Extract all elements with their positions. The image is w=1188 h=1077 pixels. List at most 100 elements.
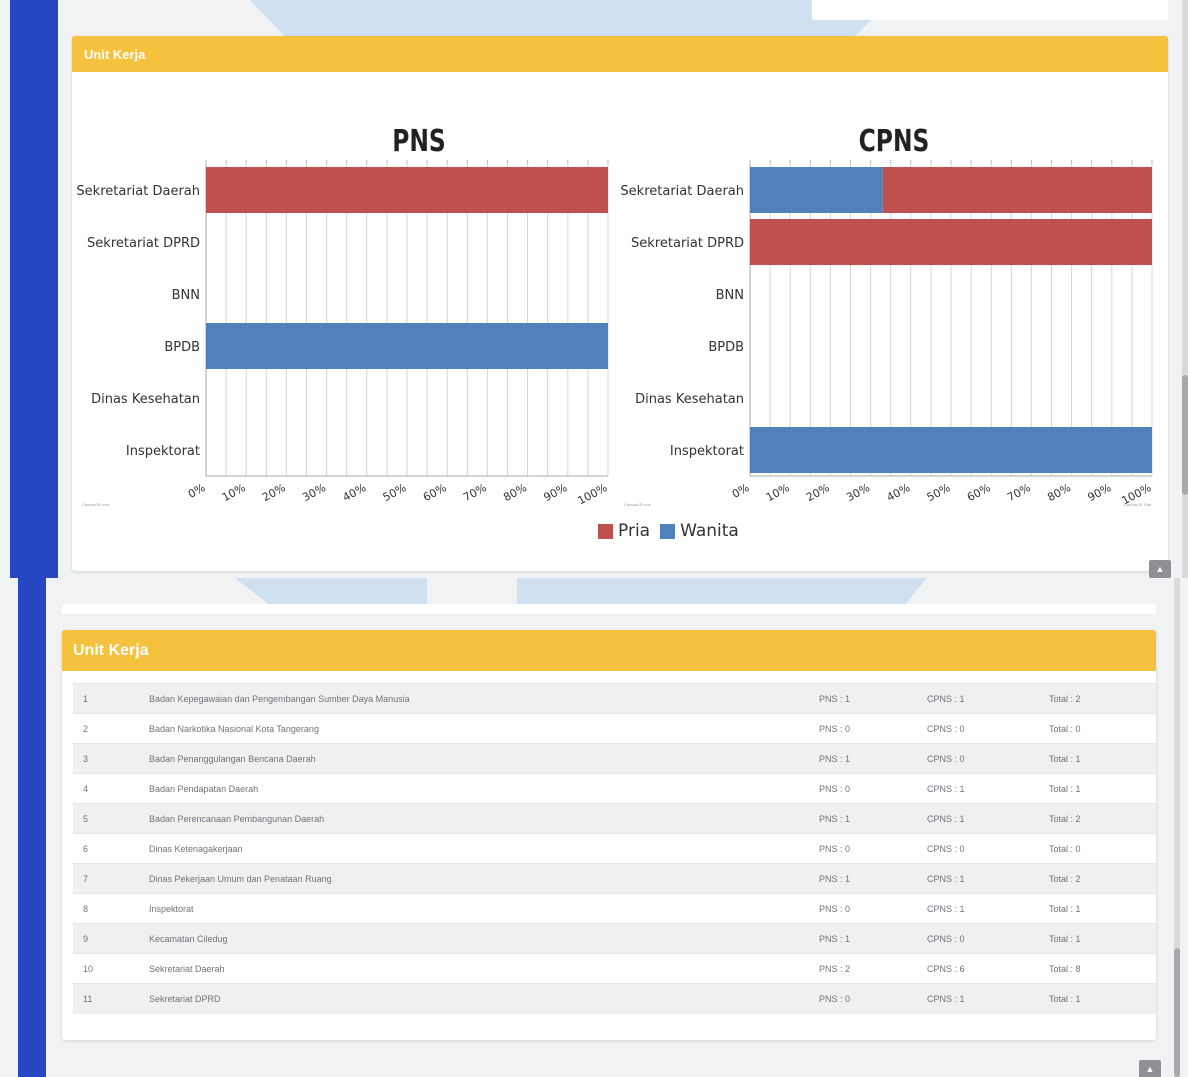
- table-row: 2 Badan Narkotika Nasional Kota Tangerang…: [73, 713, 1156, 744]
- total-count: Total : 1: [1039, 893, 1156, 924]
- pns-count: PNS : 0: [809, 713, 917, 744]
- category-label: Sekretariat Daerah: [76, 184, 200, 199]
- card-title: Unit Kerja: [73, 641, 149, 659]
- x-tick-label: 30%: [844, 481, 872, 504]
- cpns-count: CPNS : 1: [917, 893, 1039, 924]
- page-scrollbar-thumb[interactable]: [1182, 375, 1188, 495]
- x-tick-label: 90%: [1086, 481, 1114, 504]
- unit-name: Badan Narkotika Nasional Kota Tangerang: [139, 713, 809, 744]
- row-number: 3: [73, 743, 139, 774]
- unit-name: Sekretariat Daerah: [139, 953, 809, 984]
- bar-wanita: [750, 167, 883, 213]
- unit-name: Dinas Ketenagakerjaan: [139, 833, 809, 864]
- pns-count: PNS : 0: [809, 773, 917, 804]
- x-tick-label: 40%: [341, 481, 369, 504]
- x-tick-label: 100%: [576, 481, 610, 507]
- row-number: 8: [73, 893, 139, 924]
- pns-count: PNS : 1: [809, 683, 917, 714]
- row-number: 10: [73, 953, 139, 984]
- legend-label-pria: Pria: [618, 521, 651, 541]
- watermark-shape: [250, 0, 890, 40]
- unit-kerja-table-card: Unit Kerja 1 Badan Kepegawaian dan Pengem…: [62, 630, 1156, 1040]
- pns-count: PNS : 1: [809, 923, 917, 954]
- legend-label-wanita: Wanita: [680, 521, 739, 541]
- category-label: Inspektorat: [670, 444, 744, 459]
- total-count: Total : 1: [1039, 773, 1156, 804]
- cpns-count: CPNS : 1: [917, 803, 1039, 834]
- unit-name: Badan Pendapatan Daerah: [139, 773, 809, 804]
- x-tick-label: 40%: [885, 481, 913, 504]
- total-count: Total : 2: [1039, 683, 1156, 714]
- unit-name: Badan Perencanaan Pembangunan Daerah: [139, 803, 809, 834]
- table-row: 9 Kecamatan Ciledug PNS : 1 CPNS : 0 Total :…: [73, 923, 1156, 954]
- card-header: Unit Kerja: [62, 630, 1156, 671]
- unit-name: Badan Penanggulangan Bencana Daerah: [139, 743, 809, 774]
- x-tick-label: 30%: [300, 481, 328, 504]
- unit-name: Dinas Pekerjaan Umum dan Penataan Ruang: [139, 863, 809, 894]
- unit-kerja-chart-card: Unit Kerja PNS CPNS Sekretariat Daerah Se…: [72, 36, 1168, 571]
- sidebar-strip: [18, 578, 46, 1077]
- table-row: 5 Badan Perencanaan Pembangunan Daerah PNS…: [73, 803, 1156, 834]
- total-count: Total : 8: [1039, 953, 1156, 984]
- total-count: Total : 0: [1039, 713, 1156, 744]
- chart-credit-cpns-left: CanvasJS.com: [624, 502, 651, 507]
- table-row: 11 Sekretariat DPRD PNS : 0 CPNS : 1 Total :…: [73, 983, 1156, 1014]
- previous-card-edge: [812, 0, 1168, 20]
- cpns-count: CPNS : 0: [917, 923, 1039, 954]
- category-label: Dinas Kesehatan: [635, 392, 744, 407]
- table-row: 1 Badan Kepegawaian dan Pengembangan Sumb…: [73, 683, 1156, 714]
- pns-count: PNS : 2: [809, 953, 917, 984]
- unit-name: Badan Kepegawaian dan Pengembangan Sumbe…: [139, 683, 809, 714]
- category-label: Sekretariat Daerah: [620, 184, 744, 199]
- pns-count: PNS : 1: [809, 863, 917, 894]
- x-tick-label: 0%: [186, 481, 208, 501]
- category-label: Inspektorat: [126, 444, 200, 459]
- row-number: 9: [73, 923, 139, 954]
- pns-count: PNS : 0: [809, 833, 917, 864]
- x-tick-label: 80%: [501, 481, 529, 504]
- cpns-count: CPNS : 1: [917, 773, 1039, 804]
- bar-wanita: [750, 427, 1152, 473]
- sidebar-strip: [10, 0, 58, 578]
- x-tick-label: 80%: [1045, 481, 1073, 504]
- unit-name: Sekretariat DPRD: [139, 983, 809, 1014]
- cpns-count: CPNS : 1: [917, 683, 1039, 714]
- pns-count: PNS : 1: [809, 803, 917, 834]
- card-title: Unit Kerja: [84, 46, 146, 62]
- x-tick-label: 10%: [220, 481, 248, 504]
- total-count: Total : 2: [1039, 803, 1156, 834]
- category-label: BPDB: [164, 340, 200, 355]
- bar-pria: [206, 167, 608, 213]
- legend-swatch-pria: [598, 523, 613, 539]
- pns-count: PNS : 0: [809, 983, 917, 1014]
- legend-swatch-wanita: [660, 523, 676, 539]
- top-screenshot: Unit Kerja PNS CPNS Sekretariat Daerah Se…: [0, 0, 1188, 578]
- category-label: BNN: [716, 288, 744, 303]
- x-tick-label: 70%: [461, 481, 489, 504]
- scroll-to-top-button[interactable]: ▲: [1149, 560, 1171, 578]
- legend-item-wanita[interactable]: Wanita: [660, 521, 739, 541]
- legend-item-pria[interactable]: Pria: [598, 521, 650, 541]
- previous-card-edge: [62, 604, 1156, 614]
- scroll-to-top-button[interactable]: ▲: [1139, 1060, 1161, 1077]
- chart-credit-cpns-right: CanvasJS Trial: [1124, 502, 1151, 507]
- row-number: 4: [73, 773, 139, 804]
- page-scrollbar-thumb[interactable]: [1174, 948, 1180, 1077]
- card-header: Unit Kerja: [72, 36, 1168, 72]
- row-number: 1: [73, 683, 139, 714]
- row-number: 5: [73, 803, 139, 834]
- x-tick-label: 20%: [804, 481, 832, 504]
- total-count: Total : 1: [1039, 983, 1156, 1014]
- pns-count: PNS : 0: [809, 893, 917, 924]
- x-tick-label: 0%: [730, 481, 752, 501]
- category-label: Sekretariat DPRD: [631, 236, 744, 251]
- pns-count: PNS : 1: [809, 743, 917, 774]
- bar-pria: [750, 219, 1152, 265]
- row-number: 6: [73, 833, 139, 864]
- total-count: Total : 1: [1039, 923, 1156, 954]
- bar-pria: [882, 167, 1152, 213]
- bar-wanita: [206, 323, 608, 369]
- bottom-screenshot: Unit Kerja 1 Badan Kepegawaian dan Pengem…: [0, 578, 1188, 1077]
- table-row: 10 Sekretariat Daerah PNS : 2 CPNS : 6 Total…: [73, 953, 1156, 984]
- unit-kerja-table: 1 Badan Kepegawaian dan Pengembangan Sumb…: [73, 683, 1156, 1014]
